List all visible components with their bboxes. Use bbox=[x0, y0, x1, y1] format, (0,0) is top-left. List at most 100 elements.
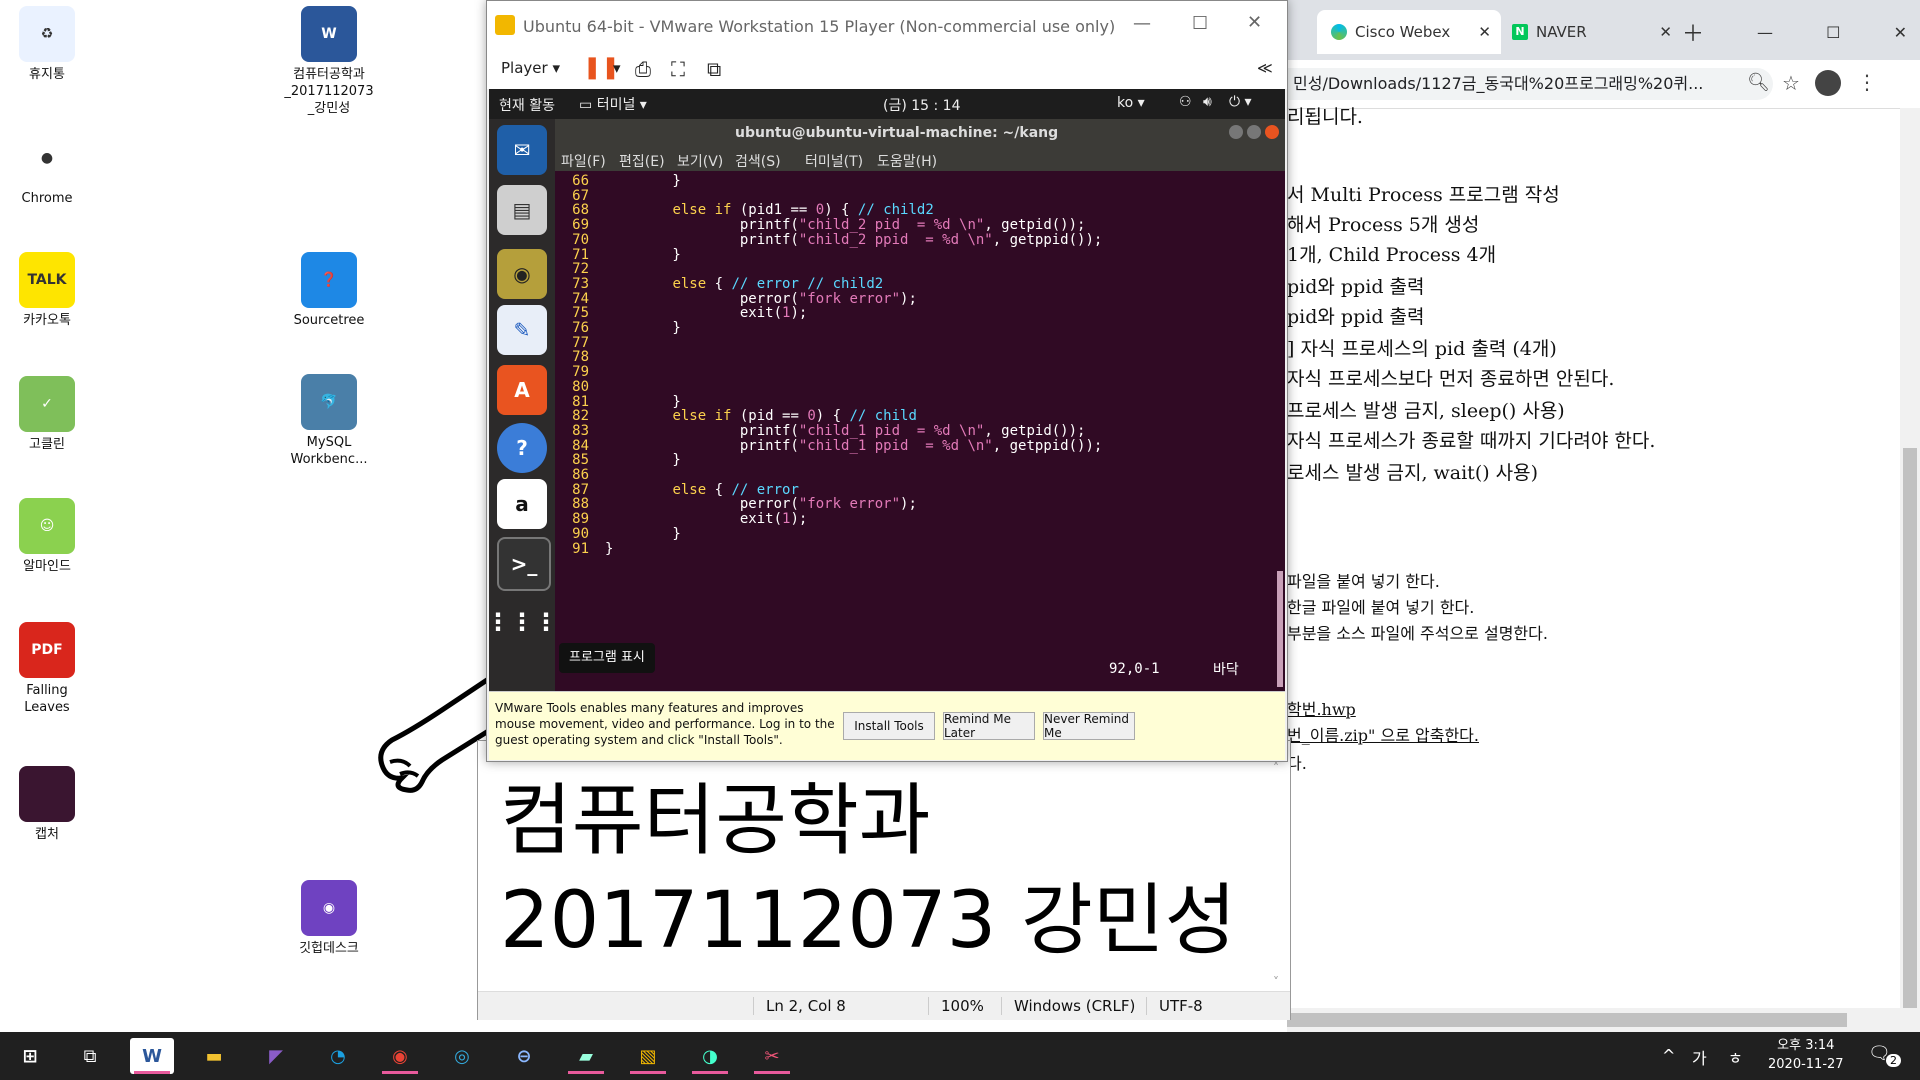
close-icon[interactable]: ✕ bbox=[1478, 23, 1491, 41]
visual-studio-icon[interactable]: ◤ bbox=[254, 1038, 298, 1074]
scroll-thumb[interactable] bbox=[1903, 448, 1917, 1008]
volume-icon[interactable]: 🔊︎ bbox=[1203, 94, 1212, 110]
desktop-icon[interactable]: PDF Falling Leaves bbox=[2, 622, 92, 716]
writer-icon[interactable]: ✎ bbox=[497, 305, 547, 355]
line-number: 72 bbox=[572, 261, 589, 278]
ime-indicator[interactable]: ㅎ bbox=[1728, 1045, 1743, 1069]
desktop-icon[interactable]: 캡처 bbox=[2, 766, 92, 843]
address-bar[interactable]: 민성/Downloads/1127금_동국대%20프로그래밍%20퀴... bbox=[1287, 68, 1773, 100]
new-tab-button[interactable]: ＋ bbox=[1682, 10, 1704, 54]
terminal-menu-item[interactable]: 도움말(H) bbox=[877, 151, 937, 171]
vertical-scrollbar[interactable] bbox=[1900, 108, 1920, 1008]
desktop-icon[interactable]: ☺ 알마인드 bbox=[2, 498, 92, 575]
webex-icon[interactable]: ◎ bbox=[440, 1038, 484, 1074]
thunderbird-icon[interactable]: ✉ bbox=[497, 125, 547, 175]
never-remind-button[interactable]: Never Remind Me bbox=[1043, 712, 1135, 740]
network-icon[interactable]: ⚇ bbox=[1179, 94, 1192, 110]
edge-icon[interactable]: ◔ bbox=[316, 1038, 360, 1074]
terminal-menu-item[interactable]: 편집(E) bbox=[619, 151, 665, 171]
terminal-scrollbar[interactable] bbox=[1275, 171, 1285, 691]
notepad-icon[interactable]: ▰ bbox=[564, 1038, 608, 1074]
word-icon[interactable]: W bbox=[130, 1038, 174, 1074]
desktop-icon[interactable]: ✓ 고클린 bbox=[2, 376, 92, 453]
tab-webex[interactable]: Cisco Webex ✕ bbox=[1317, 10, 1501, 54]
vmware-icon[interactable]: ▧ bbox=[626, 1038, 670, 1074]
power-icon[interactable]: ⏻ ▾ bbox=[1229, 94, 1252, 110]
software-center-icon[interactable]: A bbox=[497, 365, 547, 415]
profile-avatar-icon[interactable] bbox=[1815, 70, 1841, 96]
scroll-thumb[interactable] bbox=[1287, 1013, 1847, 1027]
fullscreen-icon[interactable]: ⛶ bbox=[671, 57, 685, 81]
code-text: } bbox=[605, 540, 614, 557]
rhythmbox-icon[interactable]: ◉ bbox=[497, 249, 547, 299]
desktop-icon[interactable]: ♻ 휴지통 bbox=[2, 6, 92, 83]
desktop-icon[interactable]: ❓ Sourcetree bbox=[284, 252, 374, 329]
minimize-icon[interactable]: — bbox=[1133, 13, 1151, 34]
maximize-icon[interactable] bbox=[1247, 125, 1261, 139]
install-tools-button[interactable]: Install Tools bbox=[843, 712, 935, 740]
terminal-body[interactable]: 66 } 67 68 else if (pid1 == 0) { // child2… bbox=[555, 171, 1275, 691]
language-indicator[interactable]: ko ▾ bbox=[1117, 95, 1145, 111]
close-icon[interactable]: ✕ bbox=[1894, 23, 1907, 42]
zoom-icon[interactable]: 🔍︎ bbox=[1747, 72, 1770, 93]
vmware-tools-notice: VMware Tools enables many features and i… bbox=[489, 691, 1285, 760]
close-icon[interactable]: ✕ bbox=[1659, 23, 1672, 41]
desktop-icon[interactable]: TALK 카카오톡 bbox=[2, 252, 92, 329]
line-number: 76 bbox=[572, 320, 589, 336]
close-icon[interactable] bbox=[1265, 125, 1279, 139]
line-number: 77 bbox=[572, 334, 589, 351]
minimize-icon[interactable] bbox=[1229, 125, 1243, 139]
bookmark-star-icon[interactable]: ☆ bbox=[1782, 71, 1800, 95]
clock-area[interactable]: 오후 3:14 2020-11-27 bbox=[1768, 1036, 1844, 1074]
desktop-icon[interactable]: 🐬 MySQL Workbenc... bbox=[284, 374, 374, 468]
chevron-down-icon[interactable]: ▾ bbox=[613, 59, 621, 77]
more-menu-icon[interactable]: ⋮ bbox=[1857, 70, 1877, 94]
ime-mode[interactable]: 가 bbox=[1692, 1045, 1707, 1069]
files-icon[interactable]: ▤ bbox=[497, 185, 547, 235]
scroll-thumb[interactable] bbox=[1277, 571, 1283, 687]
terminal-menu-item[interactable]: 터미널(T) bbox=[805, 151, 863, 171]
file-explorer-icon[interactable]: ▬ bbox=[192, 1038, 236, 1074]
terminal-icon[interactable]: >_ bbox=[497, 537, 551, 591]
remind-later-button[interactable]: Remind Me Later bbox=[943, 712, 1035, 740]
tab-label: Cisco Webex bbox=[1355, 23, 1451, 41]
notepad-statusbar: Ln 2, Col 8 100% Windows (CRLF) UTF-8 bbox=[478, 991, 1290, 1020]
notepad-editor[interactable]: 컴퓨터공학과 2017112073 강민성 bbox=[500, 771, 1236, 971]
player-menu-button[interactable]: Player ▾ bbox=[501, 59, 560, 77]
chevron-up-icon[interactable]: ^ bbox=[1662, 1046, 1675, 1065]
desktop-icon[interactable]: ◉ 깃헙데스크 bbox=[284, 880, 374, 957]
start-windows-icon[interactable]: ⊞ bbox=[8, 1038, 52, 1074]
snipping-tool-icon[interactable]: ✂ bbox=[750, 1038, 794, 1074]
amazon-icon[interactable]: a bbox=[497, 479, 547, 529]
notepad-scrollbar[interactable]: ˄ ˅ bbox=[1273, 761, 1287, 989]
close-icon[interactable]: ✕ bbox=[1247, 12, 1262, 33]
maximize-icon[interactable]: ☐ bbox=[1192, 13, 1208, 34]
task-view-icon[interactable]: ⧉ bbox=[68, 1038, 112, 1074]
guest-display[interactable]: 현재 활동 ▭ 터미널 ▾ (금) 15 : 14 ko ▾ ⚇ 🔊︎ ⏻ ▾ … bbox=[486, 89, 1285, 691]
send-ctrl-alt-del-icon[interactable]: ⎙ bbox=[635, 57, 651, 81]
terminal-menu-item[interactable]: 보기(V) bbox=[677, 151, 723, 171]
tab-naver[interactable]: N NAVER ✕ bbox=[1502, 10, 1682, 54]
terminal-app-menu[interactable]: ▭ 터미널 ▾ bbox=[579, 94, 647, 114]
desktop-icon[interactable]: ● Chrome bbox=[2, 130, 92, 207]
terminal-menu-item[interactable]: 파일(F) bbox=[561, 151, 606, 171]
chrome-icon[interactable]: ◉ bbox=[378, 1038, 422, 1074]
activities-button[interactable]: 현재 활동 bbox=[499, 95, 555, 115]
chrome-window: Cisco Webex ✕ N NAVER ✕ ＋ — ☐ ✕ 민성/Downl… bbox=[1287, 0, 1920, 1032]
terminal-menu-item[interactable]: 검색(S) bbox=[735, 151, 781, 171]
ubuntu-dock: ✉ ▤ ◉ ✎ A ? a >_ ⋮⋮⋮ bbox=[486, 119, 558, 691]
unity-icon[interactable]: ⧉ bbox=[707, 57, 721, 81]
webex-meetings-icon[interactable]: ◑ bbox=[688, 1038, 732, 1074]
document-line: 번_이름.zip" 으로 압축한다. bbox=[1287, 726, 1479, 745]
show-applications-icon[interactable]: ⋮⋮⋮ bbox=[486, 597, 558, 647]
maximize-icon[interactable]: ☐ bbox=[1826, 23, 1840, 42]
help-icon[interactable]: ? bbox=[497, 423, 547, 473]
clock[interactable]: (금) 15 : 14 bbox=[883, 95, 961, 115]
eclipse-icon[interactable]: ⊖ bbox=[502, 1038, 546, 1074]
horizontal-scrollbar[interactable] bbox=[1287, 1008, 1920, 1032]
code-text: printf("child_1 pid = %d \n", getpid()); bbox=[605, 422, 1086, 439]
minimize-icon[interactable]: — bbox=[1757, 23, 1773, 42]
desktop-icon[interactable]: W 컴퓨터공학과 _2017112073 _강민성 bbox=[284, 6, 374, 117]
collapse-icon[interactable]: ≪ bbox=[1257, 59, 1273, 77]
code-text: perror("fork error"); bbox=[605, 290, 917, 307]
